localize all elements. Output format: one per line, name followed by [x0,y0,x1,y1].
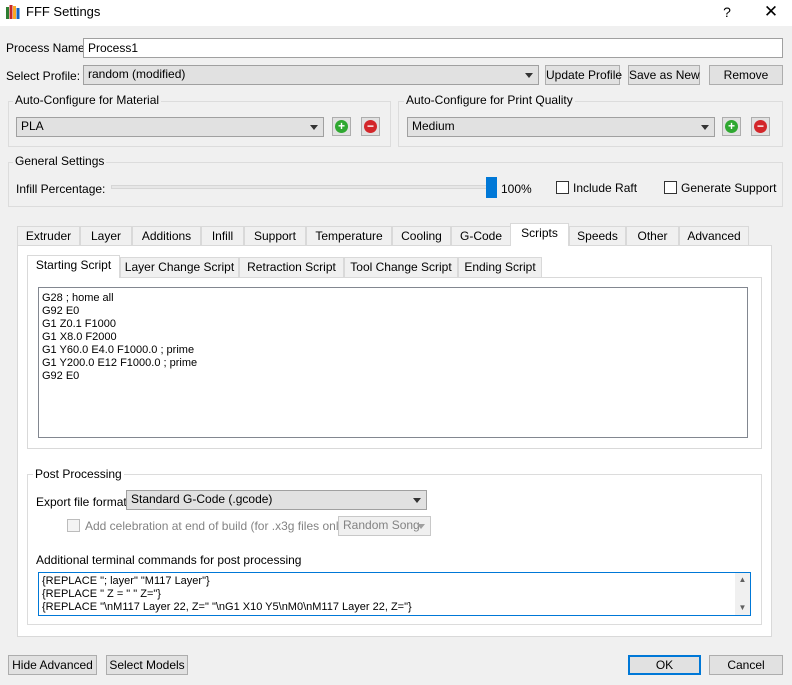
infill-percentage-label: Infill Percentage: [16,182,106,196]
plus-icon: + [725,120,738,133]
tab-ending-script[interactable]: Ending Script [458,257,542,277]
tab-speeds[interactable]: Speeds [569,226,626,246]
chevron-down-icon [525,73,533,78]
auto-material-title: Auto-Configure for Material [13,93,162,107]
tab-additions[interactable]: Additions [132,226,201,246]
terminal-line: {REPLACE " Z = " " Z="} [42,588,161,600]
profile-select[interactable]: random (modified) [83,65,539,85]
terminal-scrollbar[interactable]: ▲ ▼ [735,573,750,615]
tab-extruder[interactable]: Extruder [17,226,80,246]
include-raft-label: Include Raft [573,181,638,195]
script-line: G1 Y200.0 E12 F1000.0 ; prime [42,357,198,369]
infill-slider-track[interactable] [111,185,491,189]
script-line: G92 E0 [42,305,80,317]
save-as-new-button[interactable]: Save as New [628,65,700,85]
chevron-down-icon [310,125,318,130]
chevron-down-icon [417,524,425,529]
remove-profile-button[interactable]: Remove [709,65,783,85]
terminal-commands-editor[interactable]: {REPLACE "; layer" "M117 Layer"} {REPLAC… [38,572,751,616]
profile-select-value: random (modified) [88,67,186,81]
celebration-label: Add celebration at end of build (for .x3… [85,519,349,533]
tab-support[interactable]: Support [244,226,306,246]
material-select[interactable]: PLA [16,117,324,137]
script-line: G1 Y60.0 E4.0 F1000.0 ; prime [42,344,195,356]
cancel-button[interactable]: Cancel [709,655,783,675]
include-raft-checkbox[interactable] [556,181,569,194]
script-line: G92 E0 [42,370,80,382]
chevron-down-icon [413,498,421,503]
select-models-button[interactable]: Select Models [106,655,188,675]
celebration-checkbox[interactable] [67,519,80,532]
generate-support-label: Generate Support [681,181,777,195]
quality-select[interactable]: Medium [407,117,715,137]
tab-layer-change-script[interactable]: Layer Change Script [120,257,239,277]
export-format-label: Export file format [36,495,127,509]
export-format-value: Standard G-Code (.gcode) [131,492,273,506]
infill-slider-thumb[interactable] [486,177,497,198]
tab-cooling[interactable]: Cooling [392,226,451,246]
post-processing-title: Post Processing [33,467,124,481]
help-button[interactable]: ? [714,0,740,24]
scroll-down-icon[interactable]: ▼ [735,601,750,615]
script-line: G1 Z0.1 F1000 [42,318,116,330]
quality-select-value: Medium [412,119,455,133]
update-profile-button[interactable]: Update Profile [545,65,622,85]
tab-scripts[interactable]: Scripts [510,223,569,246]
song-select[interactable]: Random Song [338,516,431,536]
remove-material-button[interactable]: − [361,117,380,136]
ok-button[interactable]: OK [628,655,701,675]
add-material-button[interactable]: + [332,117,351,136]
general-settings-title: General Settings [13,154,107,168]
tab-retraction-script[interactable]: Retraction Script [239,257,344,277]
hide-advanced-button[interactable]: Hide Advanced [8,655,97,675]
title-bar: FFF Settings ? ✕ [0,0,792,26]
tab-gcode[interactable]: G-Code [451,226,511,246]
tab-layer[interactable]: Layer [80,226,132,246]
script-line: G28 ; home all [42,292,114,304]
window-title: FFF Settings [26,4,101,19]
add-quality-button[interactable]: + [722,117,741,136]
export-format-select[interactable]: Standard G-Code (.gcode) [126,490,427,510]
minus-icon: − [754,120,767,133]
starting-script-editor[interactable]: G28 ; home all G92 E0 G1 Z0.1 F1000 G1 X… [38,287,748,438]
terminal-line: {REPLACE "; layer" "M117 Layer"} [42,575,210,587]
app-logo-icon [6,5,20,19]
tab-other[interactable]: Other [626,226,679,246]
tab-tool-change-script[interactable]: Tool Change Script [344,257,458,277]
process-name-label: Process Name: [6,41,89,55]
tab-advanced[interactable]: Advanced [679,226,749,246]
song-select-value: Random Song [343,518,420,532]
minus-icon: − [364,120,377,133]
tab-temperature[interactable]: Temperature [306,226,392,246]
terminal-commands-label: Additional terminal commands for post pr… [36,553,302,567]
material-select-value: PLA [21,119,44,133]
plus-icon: + [335,120,348,133]
tab-starting-script[interactable]: Starting Script [27,255,120,278]
terminal-line: {REPLACE "\nM117 Layer 22, Z=" "\nG1 X10… [42,601,412,613]
close-button[interactable]: ✕ [754,0,788,24]
generate-support-checkbox[interactable] [664,181,677,194]
tab-infill[interactable]: Infill [201,226,244,246]
chevron-down-icon [701,125,709,130]
select-profile-label: Select Profile: [6,69,81,83]
script-line: G1 X8.0 F2000 [42,331,117,343]
auto-quality-title: Auto-Configure for Print Quality [404,93,575,107]
scroll-up-icon[interactable]: ▲ [735,573,750,587]
remove-quality-button[interactable]: − [751,117,770,136]
infill-value: 100% [501,182,532,196]
process-name-input[interactable]: Process1 [83,38,783,58]
